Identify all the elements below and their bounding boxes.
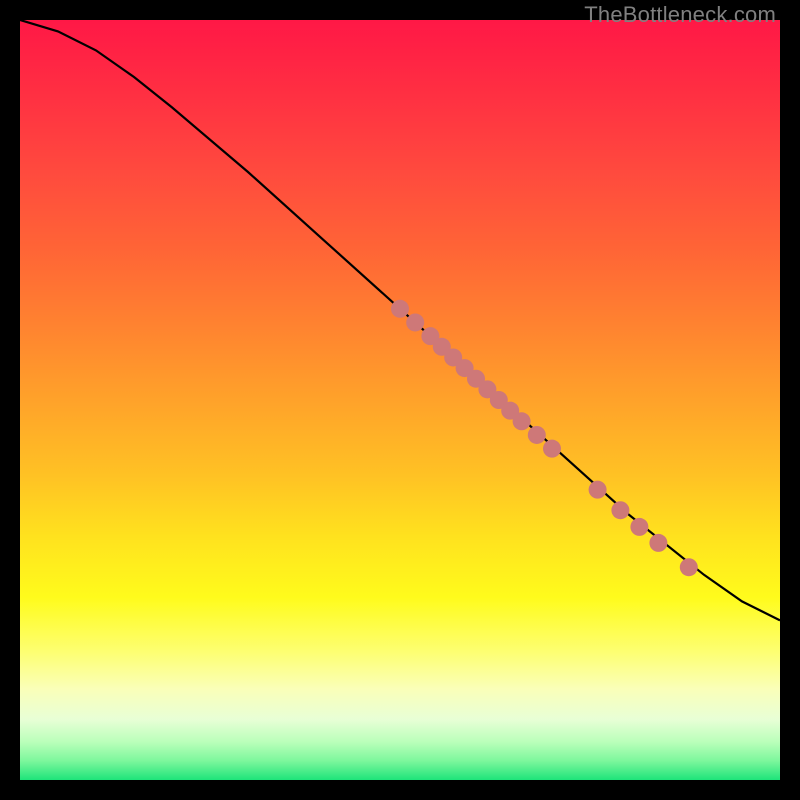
plot-background <box>20 20 780 780</box>
data-point <box>630 518 648 536</box>
data-point <box>649 534 667 552</box>
data-point <box>513 412 531 430</box>
data-point <box>589 481 607 499</box>
data-point <box>680 558 698 576</box>
data-point <box>391 300 409 318</box>
bottleneck-chart <box>20 20 780 780</box>
data-point <box>406 313 424 331</box>
data-point <box>543 440 561 458</box>
watermark-text: TheBottleneck.com <box>584 2 776 28</box>
data-point <box>611 501 629 519</box>
data-point <box>528 426 546 444</box>
